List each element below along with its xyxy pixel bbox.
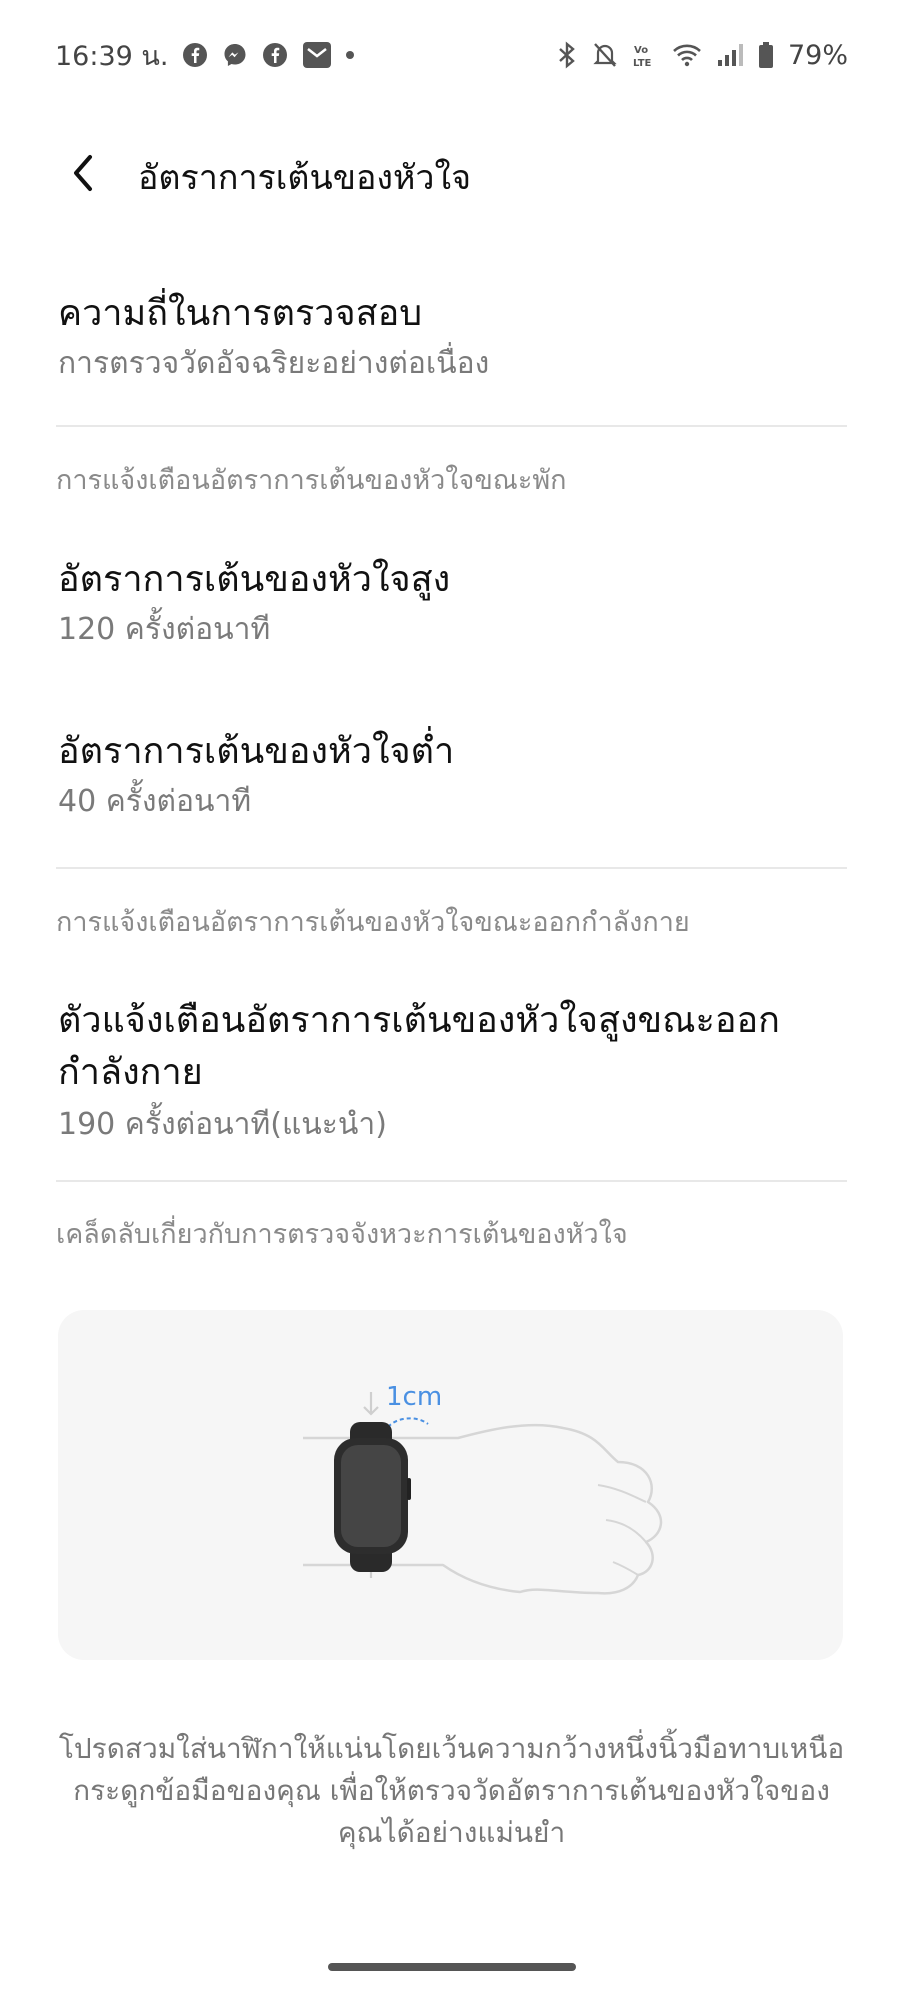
facebook-icon (262, 42, 288, 68)
signal-icon (716, 42, 744, 68)
mute-icon (592, 41, 618, 69)
messenger-icon (222, 42, 248, 68)
rest-alert-section-header: การแจ้งเตือนอัตราการเต้นของหัวใจขณะพัก (56, 465, 567, 496)
battery-percent: 79% (787, 39, 848, 71)
divider (56, 1180, 847, 1182)
dot-icon (346, 51, 355, 59)
facebook-icon (182, 42, 208, 68)
app-bar: อัตราการเต้นของหัวใจ (0, 120, 903, 230)
mail-icon (302, 41, 332, 69)
divider (56, 867, 847, 869)
exercise-high-heart-rate-title: ตัวแจ้งเตือนอัตราการเต้นของหัวใจสูงขณะออ… (58, 1000, 780, 1093)
bluetooth-icon (556, 41, 578, 69)
volte-icon: Vo LTE (632, 41, 658, 69)
frequency-setting[interactable]: ความถี่ในการตรวจสอบ การตรวจวัดอัจฉริยะอย… (58, 290, 845, 386)
svg-text:Vo: Vo (634, 45, 648, 56)
exercise-high-heart-rate-setting[interactable]: ตัวแจ้งเตือนอัตราการเต้นของหัวใจสูงขณะออ… (58, 995, 845, 1147)
frequency-title: ความถี่ในการตรวจสอบ (58, 293, 423, 334)
page-title: อัตราการเต้นของหัวใจ (138, 158, 472, 198)
watch-on-wrist-illustration (303, 1392, 663, 1595)
svg-text:LTE: LTE (633, 58, 652, 69)
status-bar: 16:39 น. Vo LTE 79% (0, 0, 903, 110)
frequency-value: การตรวจวัดอัจฉริยะอย่างต่อเนื่อง (58, 346, 490, 381)
divider (56, 425, 847, 427)
wifi-icon (672, 42, 702, 68)
measure-label: 1cm (386, 1382, 443, 1412)
exercise-high-heart-rate-value: 190 ครั้งต่อนาที(แนะนำ) (58, 1107, 387, 1142)
watch-wear-illustration-card: 1cm (58, 1310, 843, 1660)
back-button[interactable] (56, 148, 110, 202)
high-heart-rate-setting[interactable]: อัตราการเต้นของหัวใจสูง 120 ครั้งต่อนาที (58, 556, 845, 652)
high-heart-rate-title: อัตราการเต้นของหัวใจสูง (58, 559, 451, 600)
chevron-left-icon (68, 153, 98, 197)
status-time: 16:39 น. (55, 40, 169, 72)
exercise-alert-section-header: การแจ้งเตือนอัตราการเต้นของหัวใจขณะออกกำ… (56, 907, 690, 938)
wear-instructions-text: โปรดสวมใส่นาฬิกาให้แน่นโดยเว้นความกว้างห… (58, 1732, 845, 1849)
battery-icon (758, 41, 774, 69)
low-heart-rate-setting[interactable]: อัตราการเต้นของหัวใจต่ำ 40 ครั้งต่อนาที (58, 728, 845, 824)
low-heart-rate-value: 40 ครั้งต่อนาที (58, 784, 252, 819)
low-heart-rate-title: อัตราการเต้นของหัวใจต่ำ (58, 731, 455, 772)
high-heart-rate-value: 120 ครั้งต่อนาที (58, 612, 271, 647)
home-indicator[interactable] (328, 1963, 576, 1971)
tips-section-header: เคล็ดลับเกี่ยวกับการตรวจจังหวะการเต้นของ… (56, 1219, 628, 1250)
